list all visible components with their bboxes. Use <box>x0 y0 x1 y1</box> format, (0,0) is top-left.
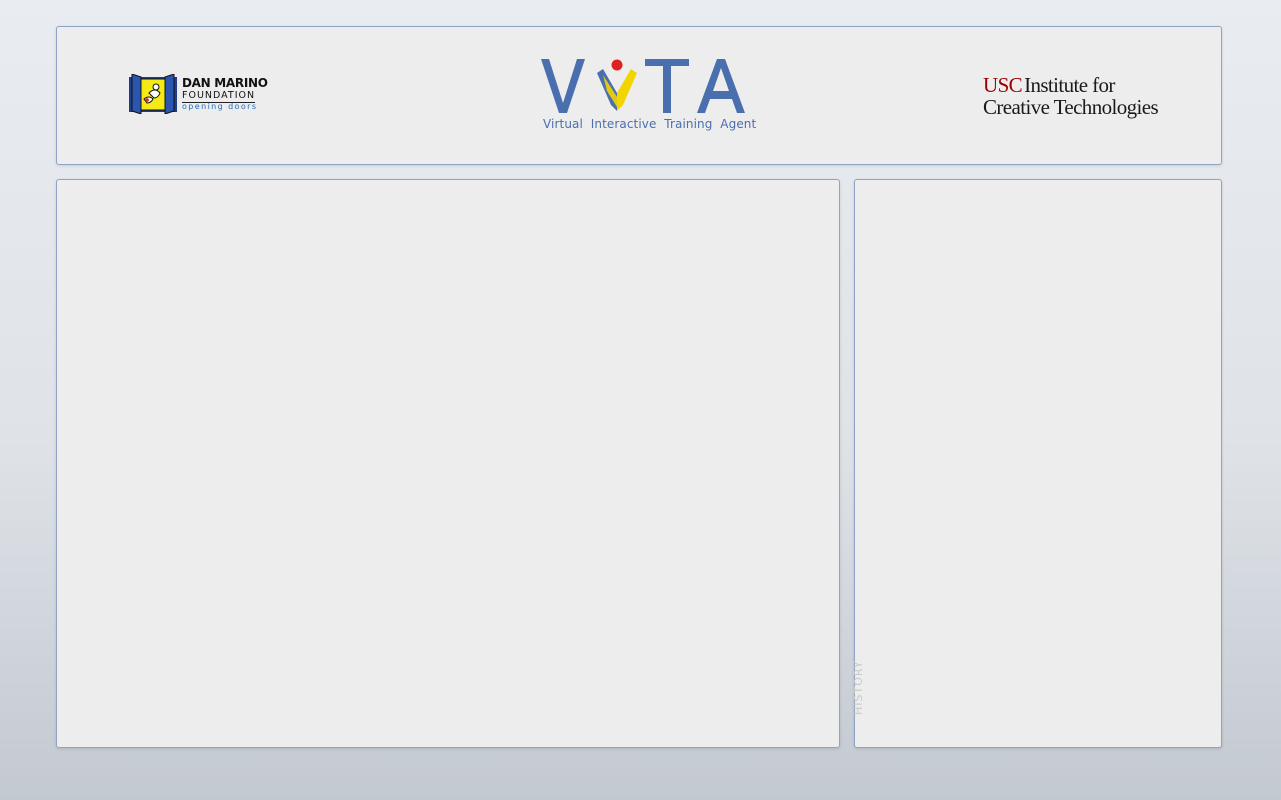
main-content-panel <box>56 179 840 748</box>
ict-line-1-text: Institute for <box>1024 73 1115 97</box>
header-banner: DAN MARINO FOUNDATION opening doors Virt… <box>56 26 1222 165</box>
vita-logo: Virtual Interactive Training Agent <box>541 55 756 135</box>
history-label: HISTORY <box>852 660 865 715</box>
usc-ict-logo: USCInstitute for Creative Technologies <box>983 73 1183 125</box>
usc-brand-text: USC <box>983 73 1023 97</box>
vita-subtitle: Virtual Interactive Training Agent <box>543 117 757 131</box>
logo-line-1: DAN MARINO <box>182 76 268 90</box>
open-door-icon <box>129 74 177 114</box>
ict-logo-line-2: Creative Technologies <box>983 95 1159 119</box>
vita-wordmark-icon <box>541 59 745 113</box>
dan-marino-foundation-logo: DAN MARINO FOUNDATION opening doors <box>127 72 268 120</box>
history-panel: HISTORY <box>852 179 1222 748</box>
logo-line-3: opening doors <box>182 102 258 111</box>
